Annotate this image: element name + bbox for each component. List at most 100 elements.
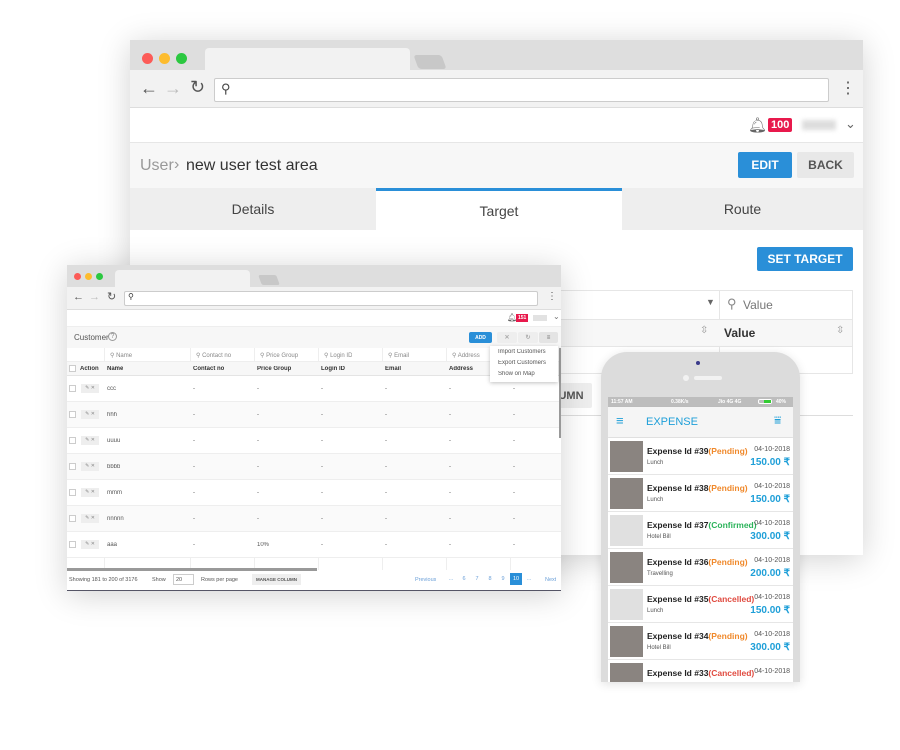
row-actions[interactable]: ✎ ✕ bbox=[81, 410, 99, 419]
filter-input-5[interactable]: ⚲ Address bbox=[452, 352, 480, 359]
bell-icon[interactable]: 🔔︎ bbox=[748, 116, 767, 134]
page-link[interactable]: 8 bbox=[484, 573, 496, 585]
tab-route[interactable]: Route bbox=[622, 188, 863, 230]
row-actions[interactable]: ✎ ✕ bbox=[81, 514, 99, 523]
row-actions[interactable]: ✎ ✕ bbox=[81, 462, 99, 471]
dropdown-arrow-icon[interactable]: ▼ bbox=[706, 297, 715, 307]
row-actions[interactable]: ✎ ✕ bbox=[81, 436, 99, 445]
row-actions[interactable]: ✎ ✕ bbox=[81, 488, 99, 497]
back-button[interactable]: BACK bbox=[797, 152, 854, 178]
close-window-icon[interactable] bbox=[74, 273, 81, 280]
tab-details[interactable]: Details bbox=[130, 188, 376, 230]
page-link[interactable]: 7 bbox=[471, 573, 483, 585]
row-checkbox[interactable] bbox=[69, 515, 76, 522]
breadcrumb-parent[interactable]: User bbox=[140, 157, 174, 175]
column-header[interactable]: Name bbox=[107, 366, 123, 372]
back-arrow-icon[interactable]: ← bbox=[73, 291, 84, 303]
filter-input-2[interactable]: ⚲ Price Group bbox=[260, 352, 298, 359]
expense-item[interactable]: Expense Id #34(Pending) Hotel Bill 04-10… bbox=[608, 623, 793, 660]
expense-item[interactable]: Expense Id #36(Pending) Travelling 04-10… bbox=[608, 549, 793, 586]
select-all-checkbox[interactable] bbox=[69, 365, 76, 372]
column-header[interactable]: Contact no bbox=[193, 366, 224, 372]
column-header[interactable]: Action bbox=[80, 366, 99, 372]
page-link[interactable]: 10 bbox=[510, 573, 522, 585]
menu-item-import-customers[interactable]: Import Customers bbox=[498, 349, 546, 355]
expense-item[interactable]: Expense Id #33(Cancelled) 04-10-2018 bbox=[608, 660, 793, 682]
row-checkbox[interactable] bbox=[69, 463, 76, 470]
value-filter-input[interactable]: Value bbox=[743, 298, 773, 312]
set-target-button[interactable]: SET TARGET bbox=[757, 247, 853, 271]
column-header[interactable]: Price Group bbox=[257, 366, 291, 372]
tab-target[interactable]: Target bbox=[376, 188, 622, 230]
row-actions[interactable]: ✎ ✕ bbox=[81, 384, 99, 393]
new-tab-button[interactable] bbox=[258, 275, 280, 285]
table-row[interactable]: ✎ ✕ nnnnn - - - - - - bbox=[67, 506, 561, 532]
chevron-down-icon[interactable]: ⌄ bbox=[845, 116, 856, 132]
add-button[interactable]: ADD bbox=[469, 332, 492, 343]
cell-email: - bbox=[385, 412, 387, 418]
help-icon[interactable]: ? bbox=[108, 332, 117, 341]
chevron-down-icon[interactable]: ⌄ bbox=[553, 312, 560, 321]
row-checkbox[interactable] bbox=[69, 411, 76, 418]
row-actions[interactable]: ✎ ✕ bbox=[81, 540, 99, 549]
filter-input-4[interactable]: ⚲ Email bbox=[388, 352, 409, 359]
table-row[interactable]: ✎ ✕ aaa - 10% - - - - bbox=[67, 532, 561, 558]
page-link[interactable]: ... bbox=[445, 573, 457, 585]
new-tab-button[interactable] bbox=[413, 55, 447, 69]
forward-arrow-icon[interactable]: → bbox=[164, 78, 182, 99]
close-window-icon[interactable] bbox=[142, 53, 153, 64]
column-header[interactable]: Login ID bbox=[321, 366, 345, 372]
column-header-value[interactable]: Value bbox=[724, 326, 755, 340]
filter-input-0[interactable]: ⚲ Name bbox=[110, 352, 132, 359]
expense-item[interactable]: Expense Id #35(Cancelled) Lunch 04-10-20… bbox=[608, 586, 793, 623]
column-header[interactable]: Address bbox=[449, 366, 473, 372]
vertical-scrollbar[interactable] bbox=[559, 348, 561, 438]
row-checkbox[interactable] bbox=[69, 437, 76, 444]
menu-button[interactable]: ≡ bbox=[539, 332, 558, 343]
expense-item[interactable]: Expense Id #39(Pending) Lunch 04-10-2018… bbox=[608, 438, 793, 475]
filter-input-1[interactable]: ⚲ Contact no bbox=[196, 352, 231, 359]
more-menu-icon[interactable]: ⋮ bbox=[840, 78, 856, 98]
table-row[interactable]: ✎ ✕ mmm - - - - - - bbox=[67, 480, 561, 506]
rows-per-page-input[interactable]: 20 bbox=[173, 574, 194, 585]
table-row[interactable]: ✎ ✕ ccc - - - - - - bbox=[67, 376, 561, 402]
edit-button[interactable]: EDIT bbox=[738, 152, 792, 178]
row-checkbox[interactable] bbox=[69, 489, 76, 496]
expense-item[interactable]: Expense Id #37(Confirmed) Hotel Bill 04-… bbox=[608, 512, 793, 549]
filter-input-3[interactable]: ⚲ Login ID bbox=[324, 352, 352, 359]
page-link[interactable]: ... bbox=[523, 573, 535, 585]
forward-arrow-icon[interactable]: → bbox=[89, 291, 100, 303]
maximize-window-icon[interactable] bbox=[176, 53, 187, 64]
table-row[interactable]: ✎ ✕ hhh - - - - - - bbox=[67, 402, 561, 428]
maximize-window-icon[interactable] bbox=[96, 273, 103, 280]
manage-column-button[interactable]: MANAGE COLUMN bbox=[252, 574, 301, 585]
sort-icon[interactable]: ⇳ bbox=[836, 325, 844, 336]
next-page-link[interactable]: Next bbox=[545, 577, 556, 583]
filter-icon[interactable]: ⩸ bbox=[774, 413, 781, 428]
row-checkbox[interactable] bbox=[69, 541, 76, 548]
minimize-window-icon[interactable] bbox=[85, 273, 92, 280]
url-input[interactable]: ⚲ bbox=[124, 291, 538, 306]
minimize-window-icon[interactable] bbox=[159, 53, 170, 64]
url-input[interactable]: ⚲ bbox=[214, 78, 829, 102]
sort-icon[interactable]: ⇳ bbox=[700, 325, 708, 336]
menu-item-show-on-map[interactable]: Show on Map bbox=[498, 371, 535, 377]
browser-tab[interactable] bbox=[205, 48, 410, 70]
reload-icon[interactable]: ↻ bbox=[107, 290, 116, 303]
refresh-button[interactable]: ↻ bbox=[518, 332, 538, 343]
delete-button[interactable]: ✕ bbox=[497, 332, 517, 343]
expense-item[interactable]: Expense Id #38(Pending) Lunch 04-10-2018… bbox=[608, 475, 793, 512]
page-link[interactable]: 6 bbox=[458, 573, 470, 585]
page-link[interactable]: 9 bbox=[497, 573, 509, 585]
reload-icon[interactable]: ↻ bbox=[190, 77, 205, 98]
column-header[interactable]: Email bbox=[385, 366, 401, 372]
row-checkbox[interactable] bbox=[69, 385, 76, 392]
browser-tab[interactable] bbox=[115, 270, 250, 287]
previous-page-link[interactable]: Previous bbox=[415, 577, 436, 583]
table-row[interactable]: ✎ ✕ uuuu - - - - - - bbox=[67, 428, 561, 454]
more-menu-icon[interactable]: ⋮ bbox=[547, 291, 557, 302]
menu-item-export-customers[interactable]: Export Customers bbox=[498, 360, 546, 366]
hamburger-menu-icon[interactable]: ≡ bbox=[616, 413, 624, 428]
back-arrow-icon[interactable]: ← bbox=[140, 78, 158, 99]
table-row[interactable]: ✎ ✕ bbbb - - - - - - bbox=[67, 454, 561, 480]
